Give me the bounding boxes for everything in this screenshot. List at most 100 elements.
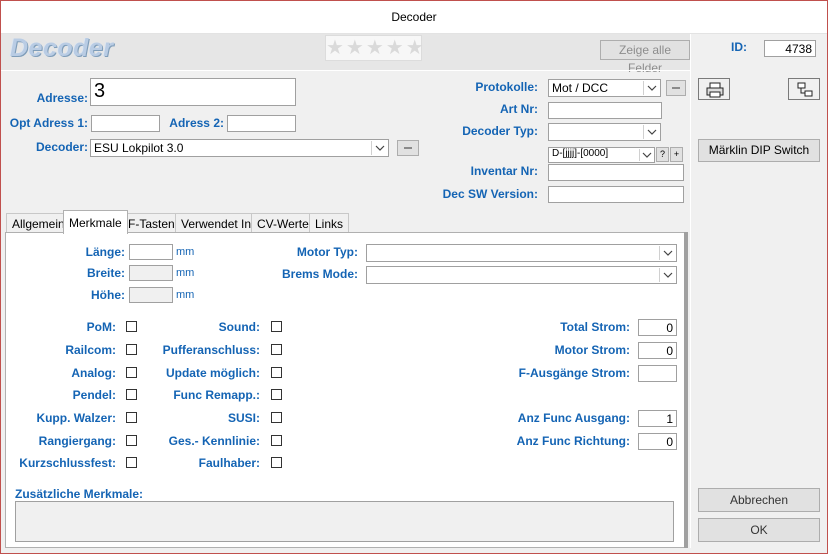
breite-unit: mm xyxy=(176,267,195,279)
inventar-help-button[interactable]: ? xyxy=(656,147,669,162)
adress2-field[interactable] xyxy=(227,115,296,132)
motor-strom-field[interactable]: 0 xyxy=(638,342,677,359)
breite-field[interactable] xyxy=(129,265,173,281)
pom-checkbox[interactable] xyxy=(126,321,137,332)
anz-func-ausgang-field[interactable]: 1 xyxy=(638,410,677,427)
zusaetzliche-merkmale-label: Zusätzliche Merkmale: xyxy=(15,487,144,501)
laenge-field[interactable] xyxy=(129,244,173,260)
chevron-down-icon[interactable] xyxy=(643,125,659,139)
breite-label: Breite: xyxy=(86,266,125,280)
artnr-field[interactable] xyxy=(548,102,662,119)
hoehe-field[interactable] xyxy=(129,287,173,303)
func-remapp-checkbox[interactable] xyxy=(271,389,282,400)
id-field[interactable]: 4738 xyxy=(764,40,816,57)
susi-checkbox[interactable] xyxy=(271,412,282,423)
pendel-checkbox[interactable] xyxy=(126,389,137,400)
update-moeglich-label: Update möglich: xyxy=(165,366,260,380)
ok-button[interactable]: OK xyxy=(698,518,820,542)
panel-scroll-edge xyxy=(684,232,688,548)
chevron-down-icon[interactable] xyxy=(643,81,659,95)
tab-f-tasten[interactable]: F-Tasten xyxy=(122,213,181,233)
hoehe-unit: mm xyxy=(176,289,195,301)
brems-mode-select[interactable] xyxy=(366,266,677,284)
tab-merkmale[interactable]: Merkmale xyxy=(63,210,128,234)
zusaetzliche-merkmale-field[interactable] xyxy=(15,501,674,542)
anz-func-richtung-field[interactable]: 0 xyxy=(638,433,677,450)
railcom-checkbox[interactable] xyxy=(126,344,137,355)
total-strom-field[interactable]: 0 xyxy=(638,319,677,336)
f-ausgaenge-strom-field[interactable] xyxy=(638,365,677,382)
printer-icon xyxy=(706,82,724,98)
tab-verwendet-in[interactable]: Verwendet In xyxy=(175,213,258,233)
tab-links[interactable]: Links xyxy=(309,213,350,233)
update-moeglich-checkbox[interactable] xyxy=(271,367,282,378)
protokolle-select-value: Mot / DCC xyxy=(552,81,609,95)
kupp-walzer-checkbox[interactable] xyxy=(126,412,137,423)
structure-button[interactable] xyxy=(788,78,820,100)
ges-kennlinie-checkbox[interactable] xyxy=(271,435,282,446)
id-label: ID: xyxy=(731,40,747,54)
opt-adress1-field[interactable] xyxy=(91,115,160,132)
cancel-button[interactable]: Abbrechen xyxy=(698,488,820,512)
inventar-label: Inventar Nr: xyxy=(470,164,538,178)
decoder-typ-select[interactable] xyxy=(548,123,661,141)
sound-label: Sound: xyxy=(218,320,260,334)
inventar-add-button[interactable]: + xyxy=(670,147,683,162)
pendel-label: Pendel: xyxy=(72,388,116,402)
chevron-down-icon[interactable] xyxy=(371,141,387,155)
dec-sw-label: Dec SW Version: xyxy=(442,187,538,201)
inventar-format-select[interactable]: D-[jjjj]-[0000] xyxy=(548,147,655,163)
header-separator xyxy=(0,70,690,71)
tab-allgemein[interactable]: Allgemein xyxy=(6,213,71,233)
brems-mode-label: Brems Mode: xyxy=(281,267,358,281)
analog-label: Analog: xyxy=(71,366,116,380)
opt-adress1-label: Opt Adress 1: xyxy=(9,116,88,130)
kurzschlussfest-label: Kurzschlussfest: xyxy=(19,456,116,470)
artnr-label: Art Nr: xyxy=(500,102,538,116)
decoder-select-value: ESU Lokpilot 3.0 xyxy=(94,141,184,155)
hoehe-label: Höhe: xyxy=(91,288,125,302)
protokolle-edit-button[interactable] xyxy=(666,80,686,96)
total-strom-label: Total Strom: xyxy=(560,320,630,334)
rangiergang-checkbox[interactable] xyxy=(126,435,137,446)
railcom-label: Railcom: xyxy=(65,343,116,357)
motor-typ-select[interactable] xyxy=(366,244,677,262)
laenge-label: Länge: xyxy=(85,245,125,259)
protokolle-select[interactable]: Mot / DCC xyxy=(548,79,661,97)
motor-strom-label: Motor Strom: xyxy=(554,343,630,357)
title-bar: Decoder xyxy=(0,0,828,34)
maerklin-dip-switch-button[interactable]: Märklin DIP Switch xyxy=(698,139,820,162)
adress2-label: Adress 2: xyxy=(169,116,224,130)
form-logo: Decoder xyxy=(10,34,114,62)
hierarchy-icon xyxy=(797,82,813,97)
inventar-format-value: D-[jjjj]-[0000] xyxy=(552,148,609,159)
pufferanschluss-label: Pufferanschluss: xyxy=(162,343,260,357)
dash-icon xyxy=(672,87,680,89)
rating-stars[interactable]: ★★★★★ xyxy=(325,35,424,61)
chevron-down-icon[interactable] xyxy=(639,149,653,161)
decoder-select[interactable]: ESU Lokpilot 3.0 xyxy=(90,139,389,157)
print-button[interactable] xyxy=(698,78,730,100)
pufferanschluss-checkbox[interactable] xyxy=(271,344,282,355)
faulhaber-checkbox[interactable] xyxy=(271,457,282,468)
rangiergang-label: Rangiergang: xyxy=(38,434,116,448)
analog-checkbox[interactable] xyxy=(126,367,137,378)
func-remapp-label: Func Remapp.: xyxy=(173,388,260,402)
adresse-field[interactable]: 3 xyxy=(90,78,296,106)
inventar-field[interactable] xyxy=(548,164,684,181)
susi-label: SUSI: xyxy=(227,411,260,425)
show-all-fields-button[interactable]: Zeige alle Felder xyxy=(600,40,690,75)
sound-checkbox[interactable] xyxy=(271,321,282,332)
ges-kennlinie-label: Ges.- Kennlinie: xyxy=(168,434,260,448)
kurzschlussfest-checkbox[interactable] xyxy=(126,457,137,468)
decoder-edit-button[interactable] xyxy=(397,140,419,156)
anz-func-ausgang-label: Anz Func Ausgang: xyxy=(517,411,630,425)
chevron-down-icon[interactable] xyxy=(659,268,675,282)
motor-typ-label: Motor Typ: xyxy=(296,245,358,259)
decoder-label: Decoder: xyxy=(35,140,88,154)
chevron-down-icon[interactable] xyxy=(659,246,675,260)
tab-cv-werte[interactable]: CV-Werte xyxy=(251,213,315,233)
kupp-walzer-label: Kupp. Walzer: xyxy=(36,411,116,425)
dec-sw-field[interactable] xyxy=(548,186,684,203)
decoder-typ-label: Decoder Typ: xyxy=(462,124,538,138)
